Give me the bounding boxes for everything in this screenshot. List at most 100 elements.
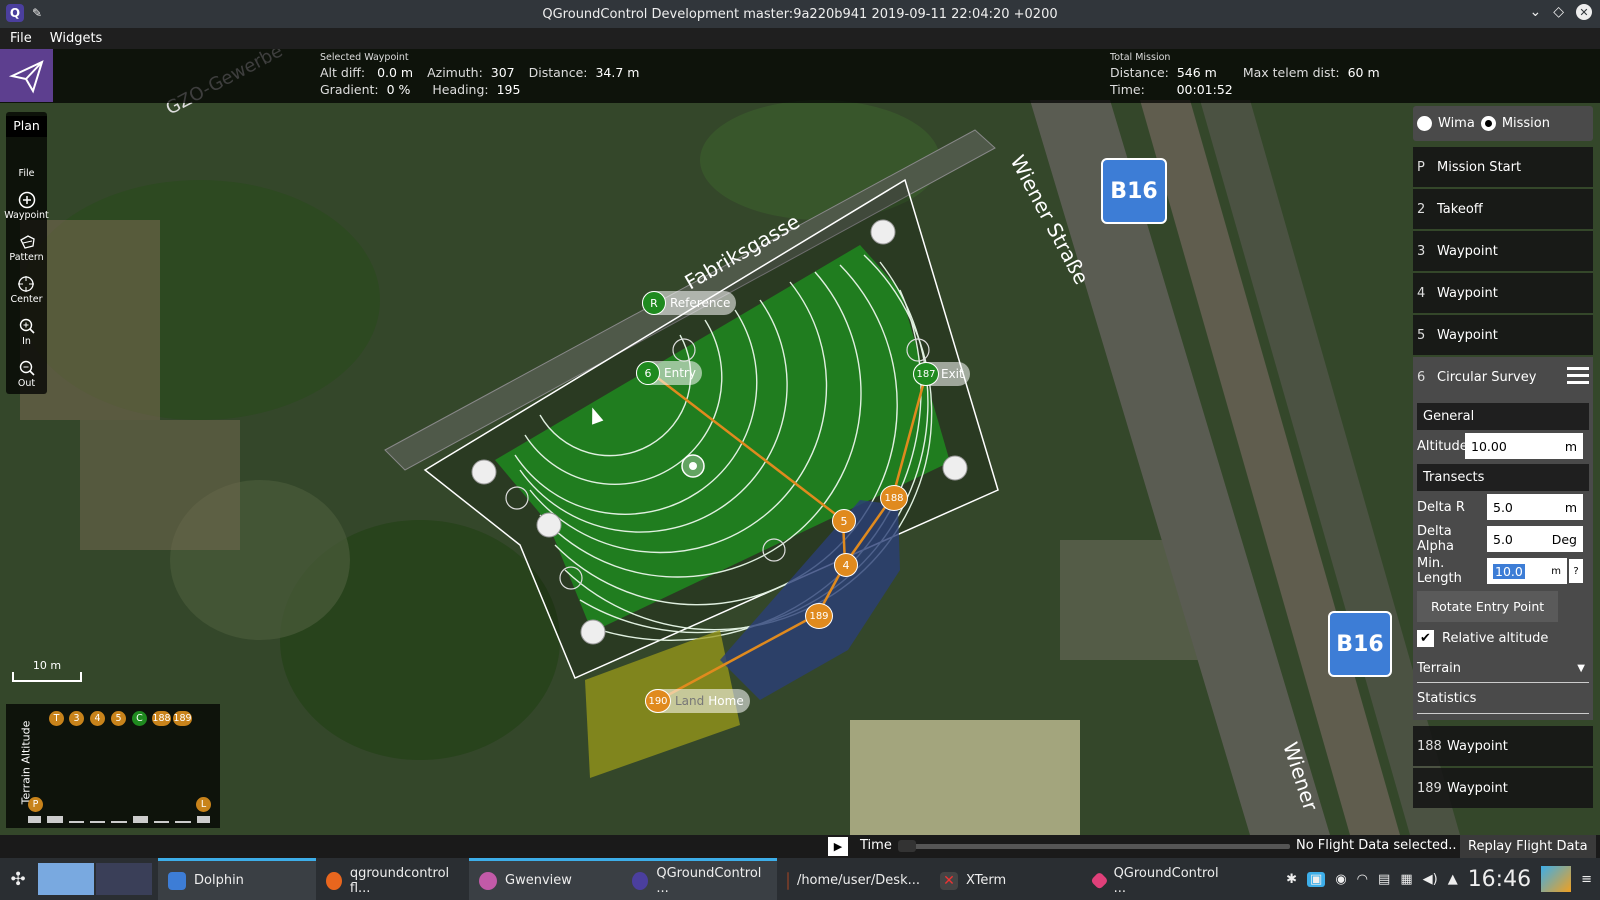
mission-item-mission-start[interactable]: P Mission Start — [1413, 147, 1593, 187]
mission-item-label: Waypoint — [1437, 243, 1498, 259]
delta-r-value: 5.0 — [1493, 499, 1513, 515]
fly-view-button[interactable] — [0, 49, 53, 102]
mission-item-waypoint-3[interactable]: 3 Waypoint — [1413, 231, 1593, 271]
tool-center[interactable]: Center — [11, 271, 42, 305]
qgc-app-icon[interactable]: Q — [6, 4, 24, 22]
chevron-down-icon: ▼ — [1577, 662, 1585, 674]
task-terminal-home[interactable]: /home/user/Desk... — [777, 858, 930, 900]
bluetooth-icon[interactable]: ✱ — [1286, 872, 1297, 887]
delta-r-row: Delta R 5.0 m — [1417, 491, 1589, 523]
relative-altitude-checkbox[interactable]: ✔ — [1417, 629, 1434, 647]
terrain-section[interactable]: Terrain ▼ — [1417, 654, 1589, 683]
clock[interactable]: 16:46 — [1468, 867, 1531, 892]
mission-item-label: Waypoint — [1447, 738, 1508, 754]
waypoint-189-marker[interactable]: 189 — [805, 603, 833, 629]
mission-item-circular-survey[interactable]: 6 Circular Survey — [1413, 357, 1593, 397]
entry-marker[interactable]: 6 Entry — [636, 361, 702, 385]
road-shield-b16-top: B16 — [1101, 158, 1167, 224]
gradient-value: 0 % — [386, 82, 411, 97]
mode-selector: Wima Mission — [1413, 106, 1593, 141]
task-gwenview[interactable]: Gwenview — [469, 858, 622, 900]
min-length-unit: m — [1551, 565, 1561, 577]
file-icon — [17, 148, 37, 168]
mission-item-waypoint-5[interactable]: 5 Waypoint — [1413, 315, 1593, 355]
tool-zoom-in-label: In — [22, 336, 31, 347]
play-button[interactable]: ▶ — [828, 837, 848, 856]
help-button[interactable]: ? — [1569, 559, 1583, 583]
task-firefox[interactable]: qgroundcontrol fl... — [316, 858, 469, 900]
minimize-icon[interactable]: ⌄ — [1529, 4, 1541, 20]
rotate-entry-point-button[interactable]: Rotate Entry Point — [1417, 591, 1559, 622]
pin-icon[interactable]: ✎ — [32, 6, 42, 20]
mission-item-takeoff[interactable]: 2 Takeoff — [1413, 189, 1593, 229]
task-label: QGroundControl ... — [1113, 865, 1219, 896]
menu-widgets[interactable]: Widgets — [50, 31, 103, 46]
hamburger-menu-icon[interactable] — [1567, 367, 1589, 384]
task-xterm[interactable]: ✕ XTerm — [930, 858, 1083, 900]
wifi-icon[interactable]: ◠ — [1357, 872, 1368, 887]
task-label: Dolphin — [194, 873, 244, 888]
tool-pattern[interactable]: Pattern — [9, 229, 44, 263]
road-shield-b16-bottom: B16 — [1328, 611, 1392, 677]
desktop-preview-icon[interactable] — [1541, 866, 1572, 892]
task-dolphin[interactable]: Dolphin — [158, 858, 316, 900]
virtual-desktop-2[interactable] — [96, 863, 152, 895]
task-label: Gwenview — [505, 873, 572, 888]
min-length-field[interactable]: 10.0 m — [1487, 558, 1567, 584]
section-transects[interactable]: Transects — [1417, 464, 1589, 491]
altitude-label: Altitude — [1417, 438, 1468, 454]
heading-value: 195 — [496, 82, 521, 97]
replay-slider-handle[interactable] — [898, 840, 916, 852]
terrain-section-label: Terrain — [1417, 660, 1462, 676]
close-icon[interactable]: ✕ — [1576, 4, 1592, 20]
statistics-section[interactable]: Statistics — [1417, 683, 1589, 714]
replay-flight-data-button[interactable]: Replay Flight Data — [1460, 835, 1596, 858]
tool-zoom-out[interactable]: Out — [17, 355, 37, 389]
map-view[interactable]: Fabriksgasse Wiener Straße Wiener GZO-Ge… — [0, 49, 1600, 835]
map-canvas[interactable]: Fabriksgasse Wiener Straße Wiener GZO-Ge… — [0, 49, 1600, 835]
volume-icon[interactable]: ◀) — [1423, 872, 1438, 887]
clipboard-icon[interactable]: ▣ — [1307, 871, 1326, 887]
network-icon[interactable]: ◉ — [1335, 872, 1346, 887]
exit-label: Exit — [941, 367, 964, 381]
reference-marker[interactable]: R Reference — [642, 291, 737, 315]
mission-item-waypoint-189[interactable]: 189 Waypoint — [1413, 768, 1593, 808]
mission-item-number: 6 — [1417, 369, 1426, 385]
maximize-icon[interactable]: ◇ — [1553, 4, 1564, 20]
mission-item-waypoint-4[interactable]: 4 Waypoint — [1413, 273, 1593, 313]
paper-plane-icon — [8, 59, 44, 93]
delta-r-field[interactable]: 5.0 m — [1487, 494, 1583, 520]
menu-file[interactable]: File — [10, 31, 32, 46]
waypoint-5-marker[interactable]: 5 — [832, 509, 856, 533]
mission-item-number: 189 — [1417, 780, 1442, 796]
removable-devices-icon[interactable]: ▤ — [1378, 872, 1390, 887]
task-qgroundcontrol-2[interactable]: QGroundControl ... — [1083, 858, 1241, 900]
window-titlebar: Q ✎ QGroundControl Development master:9a… — [0, 0, 1600, 28]
home-marker[interactable]: 190 Land Home — [645, 689, 750, 713]
section-general[interactable]: General — [1417, 403, 1589, 430]
mission-item-number: 3 — [1417, 243, 1426, 259]
tool-zoom-in[interactable]: In — [17, 313, 37, 347]
task-label: QGroundControl ... — [656, 865, 762, 896]
tray-expand-icon[interactable]: ▲ — [1448, 872, 1458, 887]
tool-waypoint[interactable]: Waypoint — [4, 187, 49, 221]
mission-item-waypoint-188[interactable]: 188 Waypoint — [1413, 726, 1593, 766]
radio-mission-label[interactable]: Mission — [1502, 116, 1550, 131]
radio-mission[interactable] — [1480, 116, 1496, 131]
crosshair-icon — [16, 274, 36, 294]
tool-file[interactable]: File — [17, 145, 37, 179]
waypoint-188-marker[interactable]: 188 — [880, 485, 908, 511]
altitude-field[interactable]: 10.00 m — [1465, 433, 1583, 459]
virtual-desktop-1[interactable] — [38, 863, 94, 895]
notes-icon[interactable]: ▦ — [1400, 872, 1412, 887]
replay-progress-slider[interactable] — [898, 844, 1290, 849]
waypoint-4-marker[interactable]: 4 — [834, 553, 858, 577]
total-distance-label: Distance: — [1110, 65, 1169, 80]
radio-wima-label[interactable]: Wima — [1438, 116, 1475, 131]
exit-marker[interactable]: 187 Exit — [913, 362, 970, 386]
delta-alpha-field[interactable]: 5.0 Deg — [1487, 526, 1583, 552]
panel-menu-icon[interactable]: ≡ — [1581, 872, 1592, 887]
application-launcher-icon[interactable]: ✣ — [0, 869, 36, 890]
radio-wima[interactable] — [1417, 116, 1432, 131]
task-qgroundcontrol-1[interactable]: QGroundControl ... — [622, 858, 777, 900]
